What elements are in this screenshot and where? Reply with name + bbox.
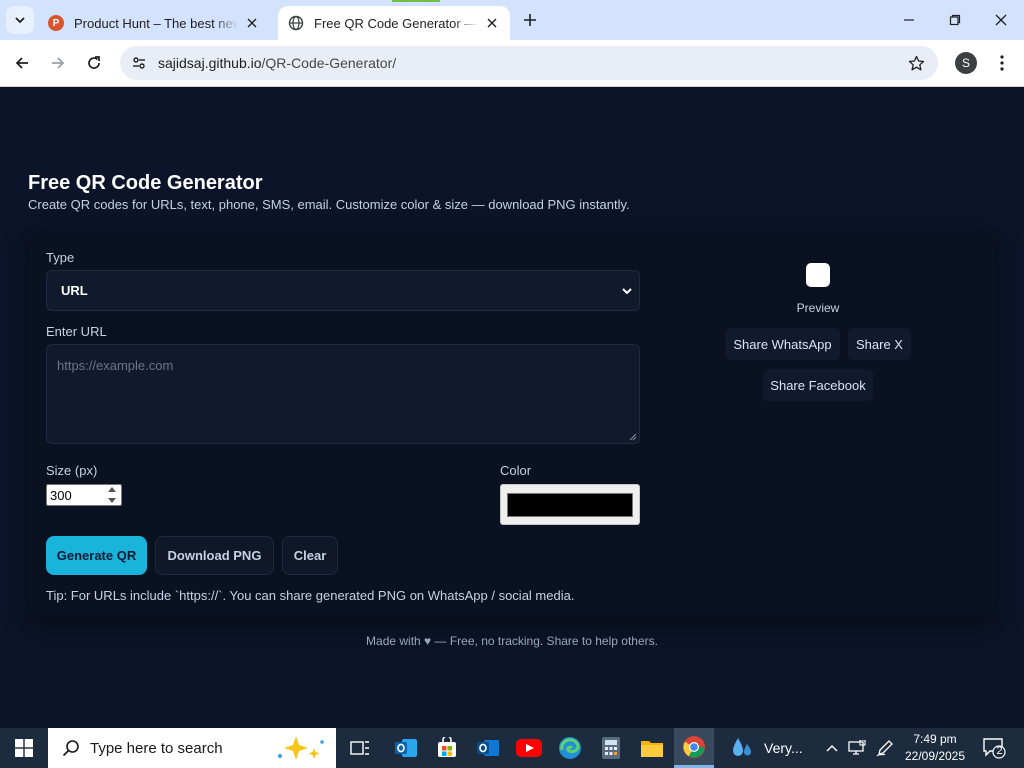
page-content: Free QR Code Generator Create QR codes f…: [0, 87, 1024, 728]
tab-title: Product Hunt – The best new products in …: [74, 15, 238, 31]
type-select-value: URL: [61, 283, 88, 298]
size-value: 300: [50, 487, 72, 503]
color-picker[interactable]: [500, 484, 640, 525]
forward-button[interactable]: [43, 48, 73, 78]
microsoft-store-icon[interactable]: [427, 728, 467, 768]
browser-menu-button[interactable]: [990, 50, 1014, 76]
address-path: /QR-Code-Generator/: [261, 55, 397, 71]
spin-up-icon[interactable]: [108, 486, 116, 492]
edge-icon[interactable]: [550, 728, 590, 768]
close-window-button[interactable]: [978, 0, 1024, 40]
resize-grip-icon[interactable]: [629, 433, 637, 441]
tab-loading-indicator: [392, 0, 440, 2]
chevron-down-icon: [15, 17, 25, 24]
minimize-icon: [904, 19, 914, 21]
tip-text: Tip: For URLs include `https://`. You ca…: [46, 588, 575, 603]
reload-button[interactable]: [79, 48, 109, 78]
profile-avatar[interactable]: S: [955, 52, 977, 74]
generator-card: Type URL Enter URL https://example.com S…: [28, 230, 996, 617]
tab-search-button[interactable]: [6, 6, 34, 34]
preview-label: Preview: [796, 301, 840, 315]
color-label: Color: [500, 463, 532, 478]
share-x-button[interactable]: Share X: [848, 328, 911, 360]
address-bar[interactable]: sajidsaj.github.io/QR-Code-Generator/: [120, 46, 938, 80]
network-icon[interactable]: [846, 728, 868, 768]
arrow-left-icon: [15, 57, 28, 69]
page-footer: Made with ♥ — Free, no tracking. Share t…: [366, 634, 658, 648]
taskbar-search-placeholder: Type here to search: [90, 739, 223, 757]
arrow-right-icon: [52, 57, 65, 69]
plus-icon: [524, 14, 536, 26]
type-select[interactable]: URL: [46, 270, 640, 311]
tab-qr-generator[interactable]: Free QR Code Generator — Create QR codes: [278, 6, 510, 40]
weather-text: Very...: [764, 740, 803, 756]
close-tab-icon[interactable]: [484, 15, 500, 31]
site-info-icon[interactable]: [126, 50, 152, 76]
pen-icon[interactable]: [874, 728, 896, 768]
share-whatsapp-button[interactable]: Share WhatsApp: [725, 328, 840, 360]
browser-toolbar: sajidsaj.github.io/QR-Code-Generator/ S: [0, 40, 1024, 87]
start-button[interactable]: [0, 728, 48, 768]
qr-preview: [806, 263, 830, 287]
color-swatch: [507, 493, 633, 517]
taskbar-search[interactable]: Type here to search: [48, 728, 336, 768]
new-tab-button[interactable]: [518, 8, 542, 32]
address-host: sajidsaj.github.io: [158, 55, 262, 71]
more-vertical-icon: [1000, 55, 1004, 71]
search-highlight-sparkle-icon: [278, 736, 324, 760]
chevron-down-icon: [622, 288, 632, 295]
water-drops-icon: [733, 738, 751, 756]
calculator-icon[interactable]: [591, 728, 631, 768]
back-button[interactable]: [7, 48, 37, 78]
size-input[interactable]: 300: [46, 484, 122, 506]
globe-icon: [288, 15, 304, 31]
notification-center-button[interactable]: 2: [982, 736, 1006, 760]
type-label: Type: [46, 250, 75, 265]
url-placeholder: https://example.com: [57, 358, 174, 373]
reload-icon: [88, 56, 100, 69]
address-url: sajidsaj.github.io/QR-Code-Generator/: [158, 55, 396, 71]
close-tab-icon[interactable]: [244, 15, 260, 31]
restore-button[interactable]: [932, 0, 978, 40]
url-textarea[interactable]: https://example.com: [46, 344, 640, 444]
close-icon: [995, 14, 1007, 26]
tab-product-hunt[interactable]: P Product Hunt – The best new products i…: [38, 6, 270, 40]
outlook-classic-icon[interactable]: [386, 728, 426, 768]
download-png-button[interactable]: Download PNG: [155, 536, 274, 575]
weather-widget[interactable]: Very...: [730, 728, 803, 768]
browser-tab-strip: P Product Hunt – The best new products i…: [0, 0, 1024, 40]
clock-time: 7:49 pm: [913, 732, 957, 746]
chrome-icon[interactable]: [674, 728, 714, 768]
file-explorer-icon[interactable]: [632, 728, 672, 768]
taskbar-clock[interactable]: 7:49 pm 22/09/2025: [902, 731, 968, 765]
windows-logo-icon: [15, 739, 33, 757]
youtube-icon[interactable]: [509, 728, 549, 768]
product-hunt-favicon-icon: P: [48, 15, 64, 31]
tab-title: Free QR Code Generator — Create QR codes: [314, 15, 478, 31]
clear-button[interactable]: Clear: [282, 536, 338, 575]
show-hidden-icons-button[interactable]: [822, 728, 842, 768]
spin-down-icon[interactable]: [108, 498, 116, 504]
notification-count: 2: [996, 745, 1003, 757]
share-facebook-button[interactable]: Share Facebook: [763, 369, 873, 401]
task-view-icon[interactable]: [340, 728, 380, 768]
chevron-up-icon: [826, 745, 838, 752]
clock-date: 22/09/2025: [904, 749, 966, 763]
search-icon: [62, 740, 79, 757]
outlook-icon[interactable]: [468, 728, 508, 768]
size-label: Size (px): [46, 463, 98, 478]
url-label: Enter URL: [46, 324, 107, 339]
bookmark-star-icon[interactable]: [904, 51, 928, 75]
size-stepper[interactable]: [105, 486, 119, 504]
minimize-button[interactable]: [886, 0, 932, 40]
page-subtitle: Create QR codes for URLs, text, phone, S…: [28, 197, 630, 212]
restore-icon: [949, 14, 961, 26]
windows-taskbar: Type here to search Very... 7:49 pm 22/0…: [0, 728, 1024, 768]
page-title: Free QR Code Generator: [28, 172, 263, 194]
generate-qr-button[interactable]: Generate QR: [46, 536, 147, 575]
